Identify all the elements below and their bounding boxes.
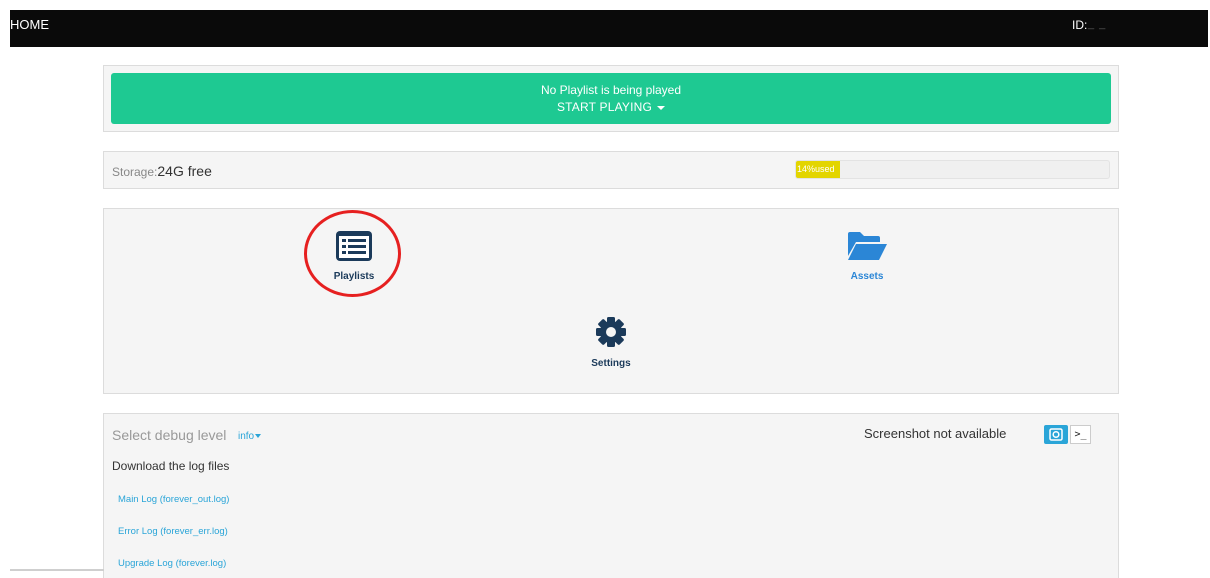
playlists-menu-item[interactable]: Playlists xyxy=(329,230,379,282)
list-icon xyxy=(336,231,372,261)
debug-level-dropdown[interactable]: info xyxy=(238,431,262,442)
upgrade-log-link[interactable]: Upgrade Log (forever.log) xyxy=(118,558,226,569)
caret-down-icon xyxy=(657,105,666,110)
horizontal-scrollbar[interactable] xyxy=(10,569,104,571)
device-id-label: ID: xyxy=(1072,18,1088,32)
settings-label: Settings xyxy=(591,358,631,369)
player-panel: No Playlist is being played START PLAYIN… xyxy=(103,65,1119,132)
main-log-link[interactable]: Main Log (forever_out.log) xyxy=(118,494,229,505)
terminal-button[interactable]: >_ xyxy=(1070,425,1091,444)
caret-down-icon xyxy=(255,434,262,439)
storage-panel: Storage:24G free 14%used xyxy=(103,151,1119,189)
gear-icon xyxy=(596,317,626,347)
home-link[interactable]: HOME xyxy=(10,17,49,32)
main-menu-panel: Playlists Assets Settings xyxy=(103,208,1119,394)
camera-icon xyxy=(1049,428,1063,441)
device-id-value: _ _ xyxy=(1088,18,1107,30)
assets-label: Assets xyxy=(850,271,884,282)
debug-panel: Select debug level info Screenshot not a… xyxy=(103,413,1119,578)
playlists-label: Playlists xyxy=(333,271,375,282)
top-navbar: HOME ID: _ _ xyxy=(10,10,1208,47)
download-logs-title: Download the log files xyxy=(112,459,230,473)
storage-free-value: 24G free xyxy=(157,163,212,179)
error-log-link[interactable]: Error Log (forever_err.log) xyxy=(118,526,228,537)
folder-open-icon xyxy=(848,232,887,260)
debug-level-label: Select debug level xyxy=(112,427,227,443)
screenshot-button[interactable] xyxy=(1044,425,1068,444)
screenshot-status: Screenshot not available xyxy=(864,426,1007,441)
start-playing-button[interactable]: No Playlist is being played START PLAYIN… xyxy=(111,73,1111,124)
settings-menu-item[interactable]: Settings xyxy=(586,315,636,369)
play-status-text: No Playlist is being played xyxy=(540,83,682,97)
assets-menu-item[interactable]: Assets xyxy=(842,230,892,282)
storage-progress-bar: 14%used xyxy=(795,160,1110,179)
storage-label: Storage:24G free xyxy=(112,163,212,179)
storage-used-fill: 14%used xyxy=(796,161,840,178)
start-playing-label: START PLAYING xyxy=(111,100,1111,114)
